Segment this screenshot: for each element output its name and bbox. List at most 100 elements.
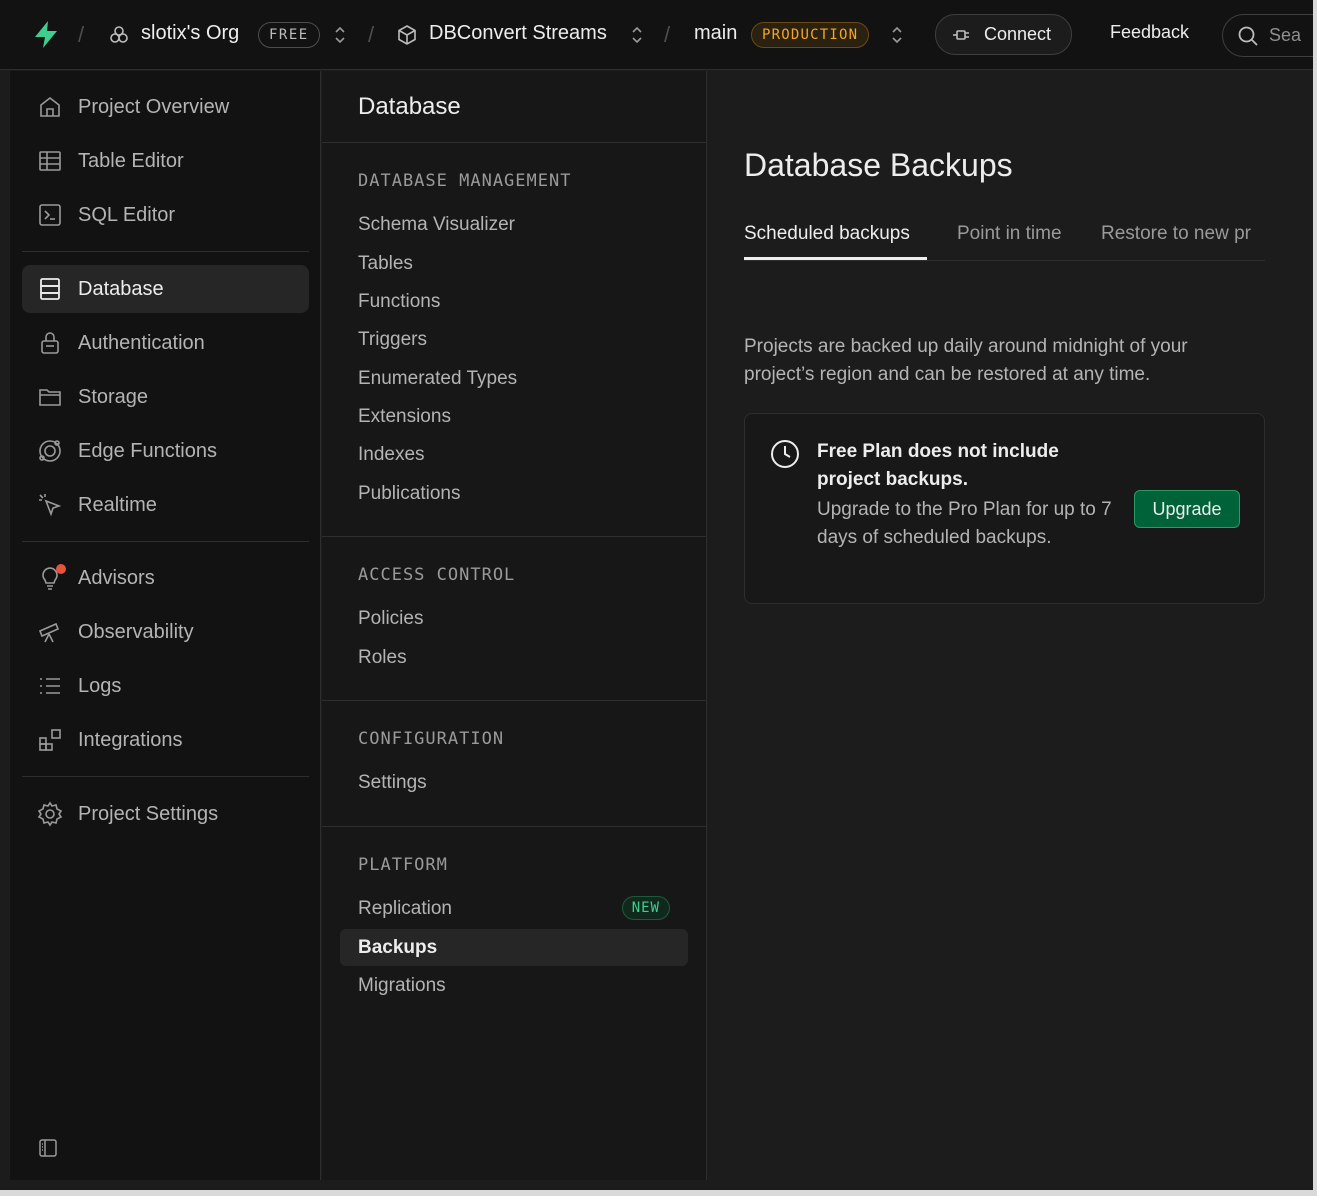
sidebar-item-label: Advisors xyxy=(78,566,155,589)
edge-functions-icon xyxy=(36,437,64,465)
lightbulb-icon xyxy=(36,564,66,592)
panel-divider xyxy=(322,826,706,827)
org-icon xyxy=(108,24,130,46)
folder-icon xyxy=(36,383,64,411)
branch-switcher-chevrons-icon[interactable] xyxy=(890,25,904,45)
sidebar-item-label: Realtime xyxy=(78,493,157,516)
sidebar-item-project-settings[interactable]: Project Settings xyxy=(22,790,309,838)
main-sidebar: Project Overview Table Editor SQL Editor… xyxy=(10,71,321,1180)
menu-item-enumerated-types[interactable]: Enumerated Types xyxy=(340,360,688,397)
search-icon xyxy=(1238,26,1258,46)
org-name[interactable]: slotix's Org xyxy=(141,22,239,45)
panel-divider xyxy=(322,536,706,537)
menu-item-triggers[interactable]: Triggers xyxy=(340,321,688,358)
menu-item-roles[interactable]: Roles xyxy=(340,639,688,676)
sidebar-item-advisors[interactable]: Advisors xyxy=(22,554,309,602)
sidebar-item-authentication[interactable]: Authentication xyxy=(22,319,309,367)
terminal-icon xyxy=(36,201,64,229)
sidebar-item-observability[interactable]: Observability xyxy=(22,608,309,656)
sidebar-item-logs[interactable]: Logs xyxy=(22,662,309,710)
sidebar-item-sql-editor[interactable]: SQL Editor xyxy=(22,191,309,239)
sidebar-item-realtime[interactable]: Realtime xyxy=(22,481,309,529)
notification-dot xyxy=(56,564,66,574)
plug-icon xyxy=(953,29,969,40)
database-menu-panel: Database DATABASE MANAGEMENT Schema Visu… xyxy=(322,71,707,1180)
database-menu-title: Database xyxy=(358,93,461,120)
upgrade-notice: Free Plan does not include project backu… xyxy=(744,413,1265,604)
production-badge: PRODUCTION xyxy=(751,22,870,48)
project-switcher-chevrons-icon[interactable] xyxy=(630,25,644,45)
menu-item-backups[interactable]: Backups xyxy=(340,929,688,966)
breadcrumb-separator: / xyxy=(78,22,85,47)
menu-item-settings[interactable]: Settings xyxy=(340,764,688,801)
sidebar-item-label: SQL Editor xyxy=(78,203,176,226)
table-icon xyxy=(36,147,64,175)
clock-icon xyxy=(769,438,801,470)
project-box-icon xyxy=(396,24,418,46)
window-edge xyxy=(1313,0,1317,1196)
cursor-icon xyxy=(36,491,64,519)
collapse-sidebar-icon[interactable] xyxy=(37,1137,59,1159)
telescope-icon xyxy=(36,618,64,646)
search-input[interactable]: Sea xyxy=(1222,14,1317,57)
menu-item-policies[interactable]: Policies xyxy=(340,600,688,637)
main-content: Database Backups Scheduled backups Point… xyxy=(708,71,1314,1180)
section-heading: ACCESS CONTROL xyxy=(358,565,516,585)
menu-item-label: Replication xyxy=(358,897,452,919)
tab-scheduled-backups[interactable]: Scheduled backups xyxy=(744,223,910,245)
tab-point-in-time[interactable]: Point in time xyxy=(957,223,1062,245)
home-icon xyxy=(36,93,64,121)
sidebar-item-label: Authentication xyxy=(78,331,205,354)
section-heading: PLATFORM xyxy=(358,855,448,875)
menu-item-publications[interactable]: Publications xyxy=(340,475,688,512)
sidebar-item-label: Table Editor xyxy=(78,149,184,172)
sidebar-item-database[interactable]: Database xyxy=(22,265,309,313)
blocks-icon xyxy=(36,726,64,754)
sidebar-item-storage[interactable]: Storage xyxy=(22,373,309,421)
connect-button[interactable]: Connect xyxy=(935,14,1072,55)
menu-item-tables[interactable]: Tables xyxy=(340,245,688,282)
menu-item-functions[interactable]: Functions xyxy=(340,283,688,320)
panel-divider xyxy=(322,142,706,143)
panel-divider xyxy=(322,700,706,701)
sidebar-item-project-overview[interactable]: Project Overview xyxy=(22,83,309,131)
org-plan-badge: FREE xyxy=(258,22,320,48)
sidebar-divider xyxy=(22,251,309,252)
sidebar-item-table-editor[interactable]: Table Editor xyxy=(22,137,309,185)
lock-icon xyxy=(36,329,64,357)
sidebar-item-label: Observability xyxy=(78,620,194,643)
backups-description: Projects are backed up daily around midn… xyxy=(744,336,1188,385)
sidebar-item-label: Project Settings xyxy=(78,802,219,825)
tab-clip: Restore to new pr xyxy=(1101,221,1265,257)
section-heading: DATABASE MANAGEMENT xyxy=(358,171,572,191)
sidebar-item-label: Project Overview xyxy=(78,95,230,118)
connect-label: Connect xyxy=(984,24,1052,44)
supabase-logo-icon[interactable] xyxy=(30,18,62,50)
search-placeholder: Sea xyxy=(1269,25,1302,45)
sidebar-item-integrations[interactable]: Integrations xyxy=(22,716,309,764)
menu-item-schema-visualizer[interactable]: Schema Visualizer xyxy=(340,206,688,243)
feedback-button[interactable]: Feedback xyxy=(1110,22,1189,43)
sidebar-divider xyxy=(22,776,309,777)
sidebar-item-label: Database xyxy=(78,277,164,300)
gear-icon xyxy=(36,800,64,828)
notice-title: Free Plan does not include project backu… xyxy=(817,441,1059,490)
menu-item-indexes[interactable]: Indexes xyxy=(340,436,688,473)
org-switcher-chevrons-icon[interactable] xyxy=(333,25,347,45)
project-name[interactable]: DBConvert Streams xyxy=(429,22,607,45)
branch-name[interactable]: main xyxy=(694,22,737,45)
notice-body: Upgrade to the Pro Plan for up to 7 days… xyxy=(817,499,1112,548)
new-badge: NEW xyxy=(621,896,670,920)
sidebar-item-label: Logs xyxy=(78,674,122,697)
breadcrumb-separator: / xyxy=(664,22,671,47)
sidebar-item-label: Edge Functions xyxy=(78,439,217,462)
section-heading: CONFIGURATION xyxy=(358,729,505,749)
breadcrumb-separator: / xyxy=(368,22,375,47)
menu-item-extensions[interactable]: Extensions xyxy=(340,398,688,435)
tab-restore-to-new-project[interactable]: Restore to new pr xyxy=(1101,223,1251,245)
menu-item-replication[interactable]: Replication NEW xyxy=(340,890,688,927)
menu-item-migrations[interactable]: Migrations xyxy=(340,967,688,1004)
sidebar-item-edge-functions[interactable]: Edge Functions xyxy=(22,427,309,475)
upgrade-button[interactable]: Upgrade xyxy=(1134,490,1240,528)
sidebar-item-label: Integrations xyxy=(78,728,183,751)
